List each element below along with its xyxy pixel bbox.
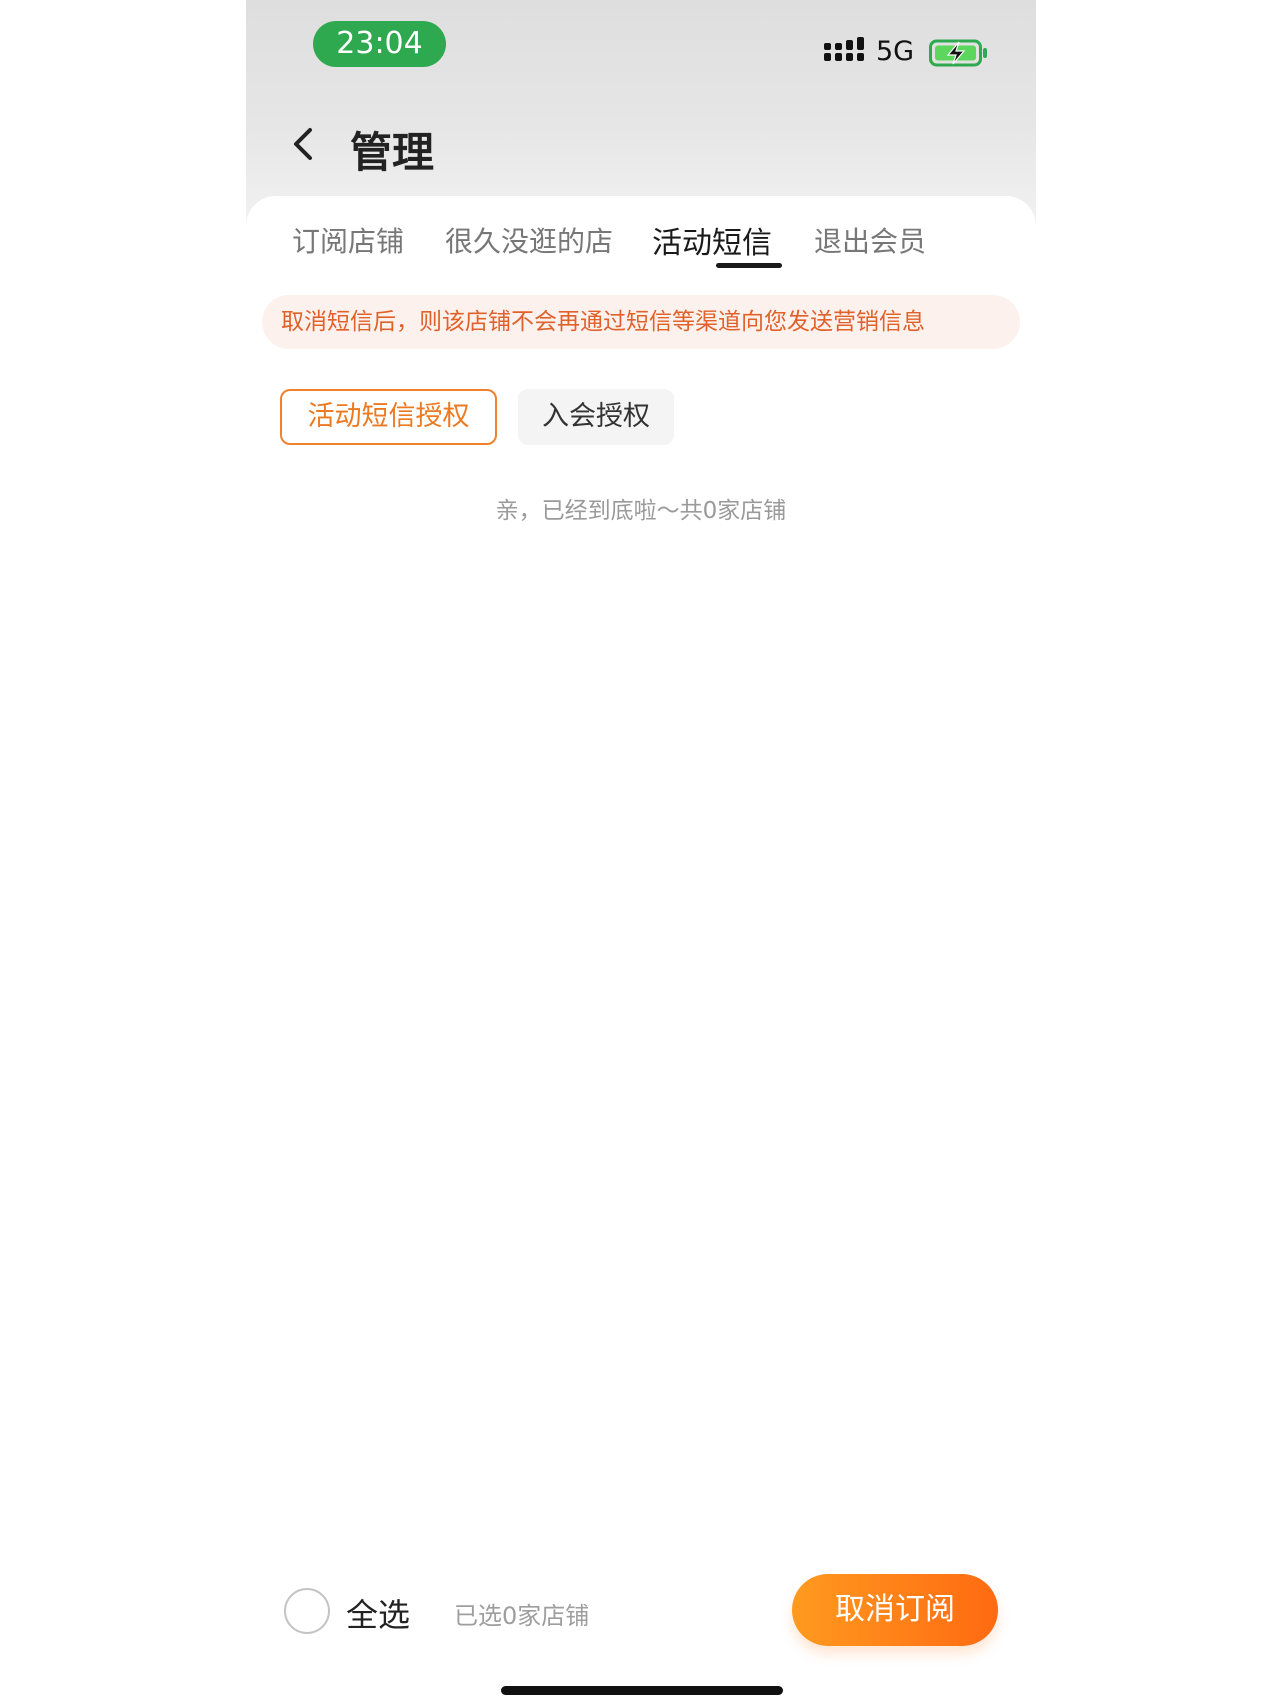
tab-bar: 订阅店铺 很久没逛的店 活动短信 退出会员 <box>246 196 1036 276</box>
tab-activity-sms[interactable]: 活动短信 <box>652 218 772 262</box>
phone-screen: 23:04 5G 管理 订阅店铺 很久没逛的店 活动短信 退出会员 取消短信后，… <box>246 0 1036 1706</box>
chip-activity-sms-auth[interactable]: 活动短信授权 <box>280 389 497 445</box>
select-all-radio[interactable] <box>284 1588 330 1634</box>
network-type: 5G <box>876 36 915 67</box>
back-button[interactable] <box>286 122 326 166</box>
selected-count: 已选0家店铺 <box>454 1602 590 1630</box>
home-indicator <box>501 1686 783 1695</box>
active-tab-indicator <box>716 263 782 268</box>
tab-long-unvisited-shops[interactable]: 很久没逛的店 <box>445 220 613 260</box>
notice-banner: 取消短信后，则该店铺不会再通过短信等渠道向您发送营销信息 <box>262 295 1020 349</box>
page-title: 管理 <box>350 128 435 177</box>
content-card: 订阅店铺 很久没逛的店 活动短信 退出会员 取消短信后，则该店铺不会再通过短信等… <box>246 196 1036 1706</box>
tab-subscribed-shops[interactable]: 订阅店铺 <box>292 220 404 260</box>
signal-bars-icon <box>824 37 864 61</box>
select-all-label[interactable]: 全选 <box>346 1590 410 1636</box>
unsubscribe-button[interactable]: 取消订阅 <box>792 1574 998 1646</box>
status-time: 23:04 <box>313 21 446 67</box>
list-end-note: 亲，已经到底啦～共0家店铺 <box>495 498 787 524</box>
chip-membership-auth[interactable]: 入会授权 <box>518 389 674 445</box>
tab-exit-membership[interactable]: 退出会员 <box>814 220 926 260</box>
battery-charging-icon <box>929 39 987 67</box>
